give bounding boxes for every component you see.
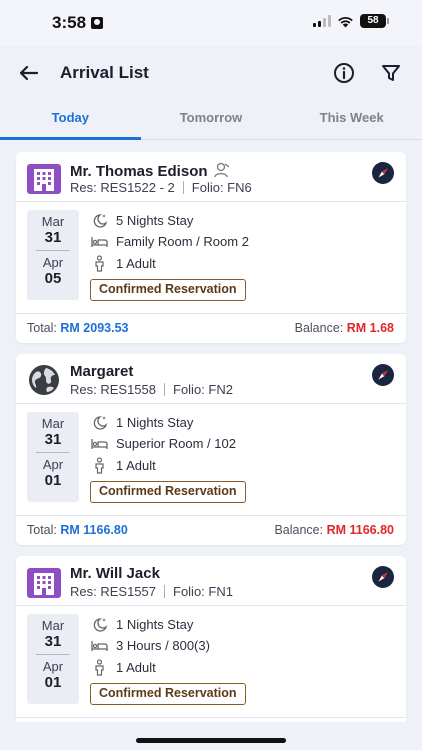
total-amount: Total: RM 2093.53 (27, 321, 129, 335)
hotel-icon (27, 568, 61, 598)
departure-month: Apr (42, 659, 64, 674)
stay-dates: Mar 31 Apr 05 (27, 210, 79, 300)
folio-number: Folio: FN2 (173, 382, 233, 397)
balance-amount: Balance: RM 1166.80 (274, 523, 394, 537)
balance-amount: Balance: RM 1.68 (294, 321, 394, 335)
compass-icon[interactable] (372, 364, 394, 386)
moon-stars-icon (93, 415, 108, 430)
bottom-safe-area (0, 722, 422, 750)
departure-day: 01 (44, 472, 62, 489)
room-row: Family Room / Room 2 (91, 232, 249, 250)
guest-name: Mr. Will Jack (70, 565, 160, 582)
bed-icon (91, 236, 108, 247)
reservation-numbers: Res: RES1522 - 2 Folio: FN6 (70, 180, 252, 195)
guest-name: Margaret (70, 363, 134, 380)
guests-row: 1 Adult (91, 456, 156, 474)
bed-icon (91, 640, 108, 651)
guests-row: 1 Adult (91, 254, 156, 272)
tab-bar: Today Tomorrow This Week (0, 100, 422, 140)
status-badge: Confirmed Reservation (90, 279, 246, 301)
card-header: Mr. Will Jack Res: RES1557 Folio: FN1 (16, 556, 406, 606)
status-indicators: 58 (313, 14, 389, 28)
nights-row: 5 Nights Stay (91, 211, 193, 229)
folio-number: Folio: FN6 (191, 180, 252, 195)
reservation-number: Res: RES1557 (70, 584, 156, 599)
reservation-card[interactable]: Mr. Will Jack Res: RES1557 Folio: FN1 Mar… (16, 556, 406, 722)
reservation-numbers: Res: RES1558 Folio: FN2 (70, 382, 233, 397)
info-icon[interactable] (332, 61, 356, 85)
stay-dates: Mar 31 Apr 01 (27, 614, 79, 704)
card-details: Mar 31 Apr 01 1 Nights Stay Superior Roo… (16, 404, 406, 516)
room-row: 3 Hours / 800(3) (91, 636, 210, 654)
card-footer: Total: RM 1166.80 Balance: RM 1166.80 (16, 516, 406, 545)
card-footer: Total: RM 2093.53 Balance: RM 1.68 (16, 314, 406, 343)
person-icon (95, 254, 104, 272)
room-row: Superior Room / 102 (91, 434, 236, 452)
status-badge: Confirmed Reservation (90, 683, 246, 705)
compass-icon[interactable] (372, 566, 394, 588)
reservation-card[interactable]: Mr. Thomas Edison Res: RES1522 - 2 Folio:… (16, 152, 406, 343)
stay-dates: Mar 31 Apr 01 (27, 412, 79, 502)
back-arrow-icon[interactable] (16, 60, 42, 86)
home-indicator[interactable] (136, 738, 286, 743)
reservation-card[interactable]: Margaret Res: RES1558 Folio: FN2 Mar 31 A… (16, 354, 406, 545)
page-title: Arrival List (60, 63, 149, 82)
reservation-number: Res: RES1522 - 2 (70, 180, 175, 195)
status-badge: Confirmed Reservation (90, 481, 246, 503)
status-bar: 3:58 58 (0, 0, 422, 46)
signal-icon (313, 15, 331, 27)
tab-tomorrow[interactable]: Tomorrow (141, 100, 282, 139)
departure-day: 05 (44, 270, 62, 287)
folio-number: Folio: FN1 (173, 584, 233, 599)
reservation-numbers: Res: RES1557 Folio: FN1 (70, 584, 233, 599)
departure-month: Apr (42, 457, 64, 472)
arrival-month: Mar (41, 416, 65, 431)
arrival-day: 31 (44, 431, 62, 448)
moon-stars-icon (93, 213, 108, 228)
card-details: Mar 31 Apr 01 1 Nights Stay 3 Hours / 80… (16, 606, 406, 718)
departure-day: 01 (44, 674, 62, 691)
nights-row: 1 Nights Stay (91, 413, 193, 431)
arrival-month: Mar (41, 618, 65, 633)
bed-icon (91, 438, 108, 449)
guest-profile-icon[interactable] (213, 161, 231, 179)
tab-today[interactable]: Today (0, 100, 141, 140)
guests-row: 1 Adult (91, 658, 156, 676)
card-header: Mr. Thomas Edison Res: RES1522 - 2 Folio:… (16, 152, 406, 202)
person-icon (95, 658, 104, 676)
nights-row: 1 Nights Stay (91, 615, 193, 633)
wifi-icon (338, 16, 353, 27)
moon-stars-icon (93, 617, 108, 632)
guest-name: Mr. Thomas Edison (70, 161, 231, 180)
total-amount: Total: RM 1166.80 (27, 523, 128, 537)
battery-icon: 58 (360, 14, 389, 28)
compass-icon[interactable] (372, 162, 394, 184)
globe-icon (29, 365, 59, 395)
hotel-icon (27, 164, 61, 194)
arrival-month: Mar (41, 214, 65, 229)
arrival-list: Mr. Thomas Edison Res: RES1522 - 2 Folio:… (0, 140, 422, 722)
arrival-day: 31 (44, 633, 62, 650)
app-header: Arrival List (0, 46, 422, 100)
reservation-number: Res: RES1558 (70, 382, 156, 397)
person-badge-icon (91, 17, 104, 29)
departure-month: Apr (42, 255, 64, 270)
tab-this-week[interactable]: This Week (281, 100, 422, 139)
status-time: 3:58 (52, 13, 104, 33)
filter-icon[interactable] (379, 61, 403, 85)
arrival-day: 31 (44, 229, 62, 246)
card-details: Mar 31 Apr 05 5 Nights Stay Family Room … (16, 202, 406, 314)
card-header: Margaret Res: RES1558 Folio: FN2 (16, 354, 406, 404)
person-icon (95, 456, 104, 474)
